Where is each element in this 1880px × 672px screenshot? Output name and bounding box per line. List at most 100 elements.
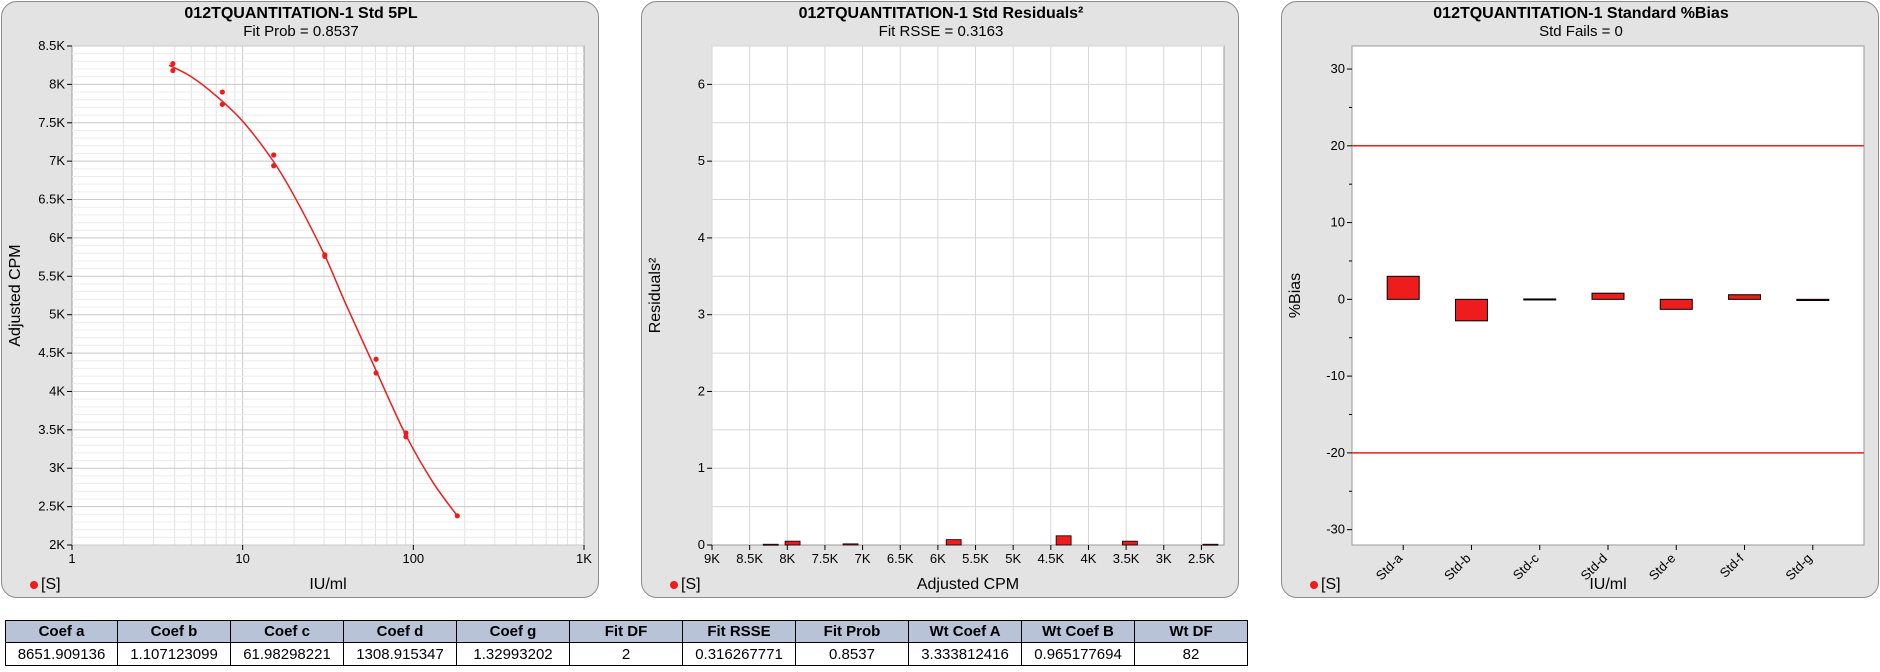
x-tick-label: 6K — [930, 551, 946, 566]
y-tick-label: 7K — [49, 153, 65, 168]
coefficient-header-row: Coef a Coef b Coef c Coef d Coef g Fit D… — [5, 620, 1248, 643]
y-tick-label: 5 — [698, 153, 705, 168]
legend-marker — [30, 581, 38, 589]
chart-2-svg: 012TQUANTITATION-1 Std Residuals²Fit RSS… — [647, 5, 1225, 593]
x-tick-label: 4K — [1081, 551, 1097, 566]
x-axis-label: Adjusted CPM — [917, 576, 1019, 593]
data-point — [219, 101, 225, 107]
x-tick-label: 3.5K — [1113, 551, 1140, 566]
chart-title: 012TQUANTITATION-1 Std Residuals² — [799, 5, 1084, 22]
chart-subtitle: Std Fails = 0 — [1539, 23, 1623, 40]
x-tick-label: 5K — [1005, 551, 1021, 566]
y-tick-label: 7.5K — [38, 115, 65, 130]
bias-bar — [1454, 298, 1488, 322]
y-tick-label: 4 — [698, 230, 705, 245]
x-tick-label: 4.5K — [1037, 551, 1064, 566]
residual-bar — [1055, 535, 1072, 546]
residual-bar — [762, 543, 779, 546]
x-tick-label: 1K — [576, 551, 592, 566]
data-point — [170, 61, 176, 67]
coef-d-header: Coef d — [343, 620, 457, 643]
fit-rsse-header: Fit RSSE — [682, 620, 796, 643]
coef-a-value: 8651.909136 — [5, 642, 118, 666]
fit-prob-value: 0.8537 — [795, 642, 909, 666]
residual-bar — [842, 543, 859, 546]
coefficient-table: Coef a Coef b Coef c Coef d Coef g Fit D… — [5, 620, 1248, 666]
chart-subtitle: Fit Prob = 0.8537 — [243, 23, 359, 40]
y-tick-label: 2K — [49, 537, 65, 552]
y-axis-label: %Bias — [1287, 273, 1304, 318]
y-tick-label: 1 — [698, 460, 705, 475]
y-tick-label: 30 — [1331, 61, 1345, 76]
data-point — [373, 356, 379, 362]
x-tick-label: 6.5K — [887, 551, 914, 566]
y-tick-label: 6 — [698, 76, 705, 91]
x-tick-label: 8K — [779, 551, 795, 566]
coef-g-value: 1.32993202 — [456, 642, 570, 666]
y-tick-label: 6K — [49, 230, 65, 245]
legend-label: [S] — [41, 576, 61, 593]
y-tick-label: 0 — [698, 537, 705, 552]
x-tick-label: Std-f — [1717, 550, 1747, 580]
fit-df-value: 2 — [569, 642, 683, 666]
chart-title: 012TQUANTITATION-1 Std 5PL — [184, 5, 417, 22]
y-axis-label: Residuals² — [647, 257, 664, 333]
y-tick-label: 6.5K — [38, 192, 65, 207]
data-point — [170, 67, 176, 74]
y-tick-label: 2 — [698, 383, 705, 398]
wt-coef-b-header: Wt Coef B — [1021, 620, 1135, 643]
legend-label: [S] — [681, 576, 701, 593]
chart-1-svg: 012TQUANTITATION-1 Std 5PLFit Prob = 0.8… — [7, 5, 592, 593]
x-tick-label: Std-g — [1782, 551, 1815, 584]
x-tick-label: 9K — [704, 551, 720, 566]
y-tick-label: -20 — [1326, 445, 1345, 460]
x-tick-label: 3K — [1156, 551, 1172, 566]
data-point — [219, 89, 225, 95]
coef-a-header: Coef a — [5, 620, 118, 643]
coef-c-header: Coef c — [230, 620, 344, 643]
bias-bar — [1728, 294, 1762, 300]
fit-df-header: Fit DF — [569, 620, 683, 643]
y-tick-label: 3.5K — [38, 422, 65, 437]
residual-bar — [784, 540, 801, 546]
percent-bias-panel: 012TQUANTITATION-1 Standard %Bias Std Fai… — [1281, 1, 1879, 598]
y-tick-label: 8K — [49, 76, 65, 91]
chart-3-svg: 012TQUANTITATION-1 Standard %BiasStd Fai… — [1287, 5, 1865, 593]
fit-rsse-value: 0.316267771 — [682, 642, 796, 666]
x-tick-label: 7K — [855, 551, 871, 566]
y-tick-label: 3K — [49, 460, 65, 475]
wt-coef-a-header: Wt Coef A — [908, 620, 1022, 643]
x-tick-label: 7.5K — [812, 551, 839, 566]
coef-b-header: Coef b — [117, 620, 231, 643]
legend-label: [S] — [1321, 576, 1341, 593]
bias-bar — [1386, 275, 1420, 300]
y-tick-label: 8.5K — [38, 38, 65, 53]
y-tick-label: 3 — [698, 307, 705, 322]
x-tick-label: 1 — [68, 551, 75, 566]
chart-subtitle: Fit RSSE = 0.3163 — [879, 23, 1004, 40]
x-tick-label: Std-e — [1646, 551, 1679, 584]
x-tick-label: Std-a — [1373, 550, 1406, 583]
y-tick-label: 5.5K — [38, 268, 65, 283]
data-point — [271, 152, 277, 158]
y-axis-label: Adjusted CPM — [7, 244, 24, 346]
y-tick-label: 20 — [1331, 138, 1345, 153]
bias-bar — [1523, 298, 1557, 301]
legend-marker — [1310, 581, 1318, 589]
plot-area — [71, 45, 585, 546]
residual-bar — [1121, 540, 1138, 546]
y-tick-label: 5K — [49, 307, 65, 322]
bias-bar — [1796, 298, 1830, 301]
plot-area — [711, 45, 1225, 546]
data-point — [454, 513, 460, 519]
residual-bar — [945, 539, 962, 546]
y-tick-label: 2.5K — [38, 499, 65, 514]
wt-coef-b-value: 0.965177694 — [1021, 642, 1135, 666]
y-tick-label: 10 — [1331, 215, 1345, 230]
x-tick-label: Std-b — [1441, 551, 1474, 584]
chart-title: 012TQUANTITATION-1 Standard %Bias — [1433, 5, 1729, 22]
x-tick-label: 5.5K — [962, 551, 989, 566]
y-tick-label: 4.5K — [38, 345, 65, 360]
x-tick-label: 8.5K — [736, 551, 763, 566]
x-tick-label: 2.5K — [1188, 551, 1215, 566]
